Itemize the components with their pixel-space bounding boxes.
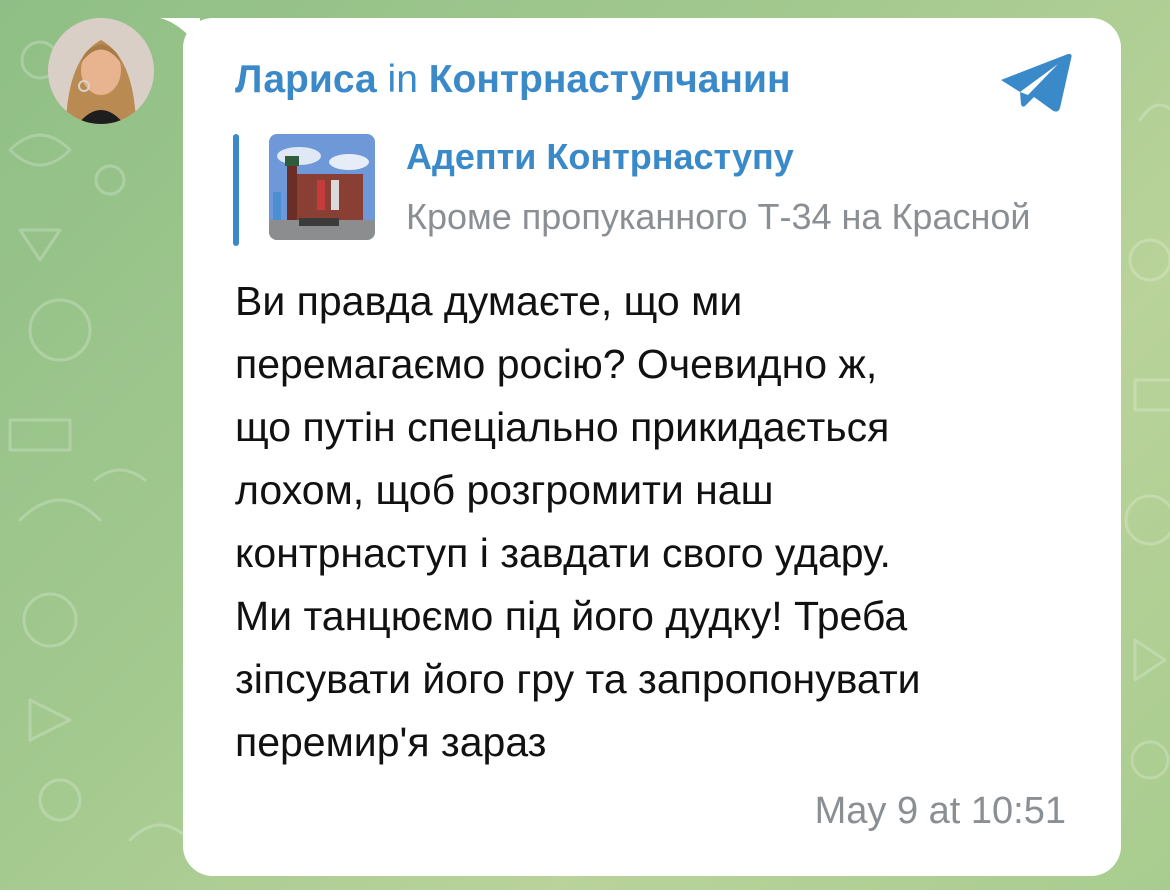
chat-background: Лариса in Контрнаступчанин Адепти Контрн… — [0, 0, 1170, 890]
message-timestamp: May 9 at 10:51 — [814, 790, 1066, 832]
message-text: Ви правда думаєте, що ми перемагаємо рос… — [235, 278, 921, 765]
reply-accent-bar — [233, 134, 239, 246]
city-square-photo — [269, 134, 375, 240]
sender-name[interactable]: Лариса — [235, 58, 377, 101]
telegram-plane-icon — [1001, 53, 1072, 112]
sender-connector: in — [387, 58, 418, 101]
sender-line: Лариса in Контрнаступчанин — [235, 58, 791, 102]
sender-avatar[interactable] — [48, 18, 154, 124]
reply-thumbnail[interactable] — [269, 134, 375, 240]
channel-name[interactable]: Контрнаступчанин — [429, 58, 791, 101]
reply-quote[interactable]: Адепти Контрнаступу Кроме пропуканного Т… — [233, 134, 1063, 246]
reply-channel-title: Адепти Контрнаступу — [406, 136, 794, 177]
reply-preview-text: Кроме пропуканного Т-34 на Красной — [406, 196, 1031, 237]
message-bubble[interactable]: Лариса in Контрнаступчанин Адепти Контрн… — [183, 18, 1121, 876]
avatar-photo — [48, 18, 154, 124]
